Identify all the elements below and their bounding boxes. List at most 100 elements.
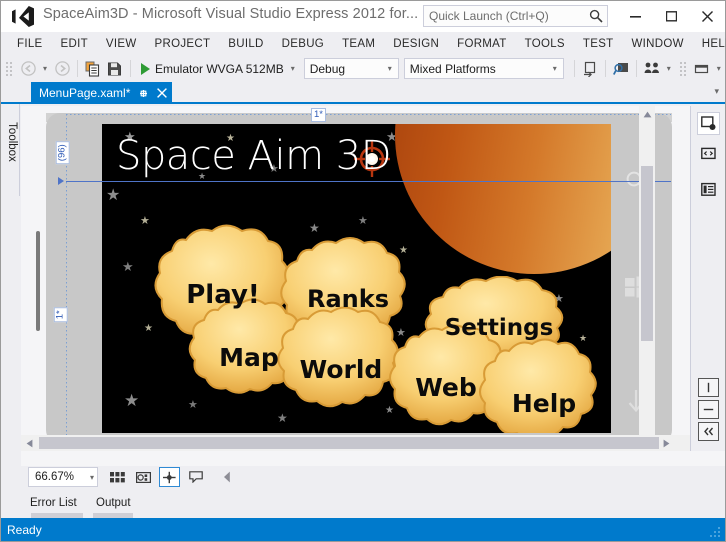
xaml-editor-tool[interactable] — [697, 142, 720, 165]
configuration-combo[interactable]: Debug ▾ — [303, 58, 399, 79]
menu-blob-label: Map — [219, 342, 279, 372]
platform-combo[interactable]: Mixed Platforms ▾ — [403, 58, 564, 79]
scroll-up-icon[interactable] — [639, 106, 655, 122]
minimize-button[interactable] — [617, 1, 653, 32]
menu-blob-label: Play! — [186, 280, 260, 310]
save-all-icon[interactable] — [104, 58, 126, 80]
configuration-value: Debug — [309, 61, 346, 76]
start-debugging-button[interactable]: Emulator WVGA 512MB — [135, 58, 287, 80]
horizontal-split-button[interactable] — [698, 400, 719, 419]
quick-launch-input[interactable]: Quick Launch (Ctrl+Q) — [423, 5, 608, 27]
designer-vertical-scrollbar[interactable] — [639, 106, 655, 451]
play-icon — [141, 62, 150, 75]
resize-grip[interactable] — [710, 527, 722, 539]
window-layout-dropdown-icon[interactable]: ▾ — [713, 58, 725, 80]
standard-toolbar: ▾ Emulator WVGA 512MB ▾ Debug ▾ Mixed Pl… — [1, 55, 725, 82]
star-decor: ★ — [124, 391, 140, 410]
menu-file[interactable]: FILE — [8, 35, 52, 53]
row-marker-icon[interactable] — [58, 177, 64, 185]
annotations-button[interactable] — [185, 467, 206, 487]
toolbar-separator — [77, 60, 78, 77]
find-in-files-icon[interactable] — [610, 58, 632, 80]
menu-debug[interactable]: DEBUG — [273, 35, 333, 53]
xaml-designer: ★ ★ ★ ★ ★ ★ ★ ★ ★ ★ ★ ★ ★ ★ ★ ★ ★ ★ ★ Sp… — [21, 106, 725, 466]
snap-to-snaplines-button[interactable] — [159, 467, 180, 487]
phone-screen: ★ ★ ★ ★ ★ ★ ★ ★ ★ ★ ★ ★ ★ ★ ★ ★ ★ ★ ★ Sp… — [102, 124, 611, 433]
star-decor: ★ — [122, 259, 134, 274]
toolbar-grip[interactable] — [679, 60, 689, 78]
row-height-label-mid[interactable]: 1* — [53, 307, 68, 323]
menu-test[interactable]: TEST — [574, 35, 623, 53]
designer-horizontal-scrollbar[interactable] — [21, 435, 690, 451]
column-width-label[interactable]: 1* — [311, 108, 326, 122]
zoom-level-combo[interactable]: 66.67% ▾ — [28, 467, 98, 487]
dock-tab-label: Error List — [30, 496, 77, 509]
maximize-button[interactable] — [653, 1, 689, 32]
navigate-back-icon[interactable] — [17, 58, 39, 80]
designer-bottom-bar: 66.67% ▾ — [21, 466, 725, 488]
menu-tools[interactable]: TOOLS — [516, 35, 574, 53]
menu-window[interactable]: WINDOW — [623, 35, 693, 53]
menu-design[interactable]: DESIGN — [384, 35, 448, 53]
bottom-dock: Error List Output — [1, 490, 725, 519]
window-layout-icon[interactable] — [691, 58, 713, 80]
chevron-down-icon: ▾ — [89, 472, 94, 482]
platform-value: Mixed Platforms — [409, 61, 496, 76]
grid-guide-top — [66, 114, 671, 115]
document-tab-label: MenuPage.xaml* — [39, 86, 131, 100]
vertical-scroll-thumb[interactable] — [641, 166, 653, 341]
quick-launch-placeholder: Quick Launch (Ctrl+Q) — [429, 9, 549, 23]
visual-studio-window: SpaceAim3D - Microsoft Visual Studio Exp… — [0, 0, 726, 542]
team-explorer-dropdown-icon[interactable]: ▾ — [663, 58, 675, 80]
menu-view[interactable]: VIEW — [97, 35, 146, 53]
menu-blob-help[interactable]: Help — [476, 338, 608, 433]
dock-tab-error-list[interactable]: Error List — [23, 492, 84, 513]
navigate-forward-icon[interactable] — [51, 58, 73, 80]
new-project-icon[interactable] — [82, 58, 104, 80]
snap-to-gridlines-button[interactable] — [133, 467, 154, 487]
chevron-down-icon: ▾ — [387, 64, 392, 73]
document-tab-strip: MenuPage.xaml* ▾ — [1, 82, 725, 104]
row-height-label-top[interactable]: (96) — [55, 141, 70, 165]
step-into-icon[interactable] — [579, 58, 601, 80]
status-text: Ready — [7, 522, 42, 537]
team-explorer-icon[interactable] — [641, 58, 663, 80]
device-window-tool[interactable] — [697, 112, 720, 135]
menu-edit[interactable]: EDIT — [52, 35, 97, 53]
toolbar-separator — [130, 60, 131, 77]
app-title-text: Space Aim 3D — [116, 133, 392, 179]
menu-project[interactable]: PROJECT — [146, 35, 220, 53]
star-decor: ★ — [140, 215, 150, 227]
start-debugging-dropdown-icon[interactable]: ▾ — [287, 58, 299, 80]
toolbar-grip[interactable] — [5, 60, 15, 78]
menu-build[interactable]: BUILD — [219, 35, 272, 53]
design-surface[interactable]: ★ ★ ★ ★ ★ ★ ★ ★ ★ ★ ★ ★ ★ ★ ★ ★ ★ ★ ★ Sp… — [21, 106, 690, 451]
scroll-left-icon[interactable] — [21, 435, 37, 451]
planet-decor — [395, 124, 611, 274]
navigate-back-dropdown-icon[interactable]: ▾ — [39, 58, 51, 80]
sidebar-item-toolbox[interactable]: Toolbox — [1, 104, 20, 196]
toolbar-separator — [573, 60, 575, 77]
column-splitter-handle[interactable] — [36, 231, 40, 331]
scroll-right-icon[interactable] — [658, 435, 674, 451]
document-tab-menupage-xaml[interactable]: MenuPage.xaml* — [31, 82, 173, 104]
horizontal-scroll-thumb[interactable] — [39, 437, 659, 449]
menu-team[interactable]: TEAM — [333, 35, 384, 53]
close-button[interactable] — [689, 1, 725, 32]
pin-icon[interactable] — [138, 88, 149, 99]
collapse-pane-button[interactable] — [698, 422, 719, 441]
menu-help[interactable]: HELP — [693, 35, 726, 53]
vertical-split-button[interactable] — [698, 378, 719, 397]
dock-tab-output[interactable]: Output — [89, 492, 138, 513]
collapse-designer-pane-button[interactable] — [216, 467, 237, 487]
menu-format[interactable]: FORMAT — [448, 35, 516, 53]
caption-buttons — [617, 1, 725, 32]
menu-blob-label: Web — [415, 372, 477, 402]
properties-tool[interactable] — [697, 178, 720, 201]
document-tab-close-icon[interactable] — [157, 88, 168, 98]
grid-rails-button[interactable] — [107, 467, 128, 487]
menu-blob-label: Settings — [444, 315, 554, 341]
toolbar-separator — [604, 60, 606, 77]
toolbox-label: Toolbox — [6, 122, 18, 162]
tab-overflow-icon[interactable]: ▾ — [714, 86, 719, 97]
